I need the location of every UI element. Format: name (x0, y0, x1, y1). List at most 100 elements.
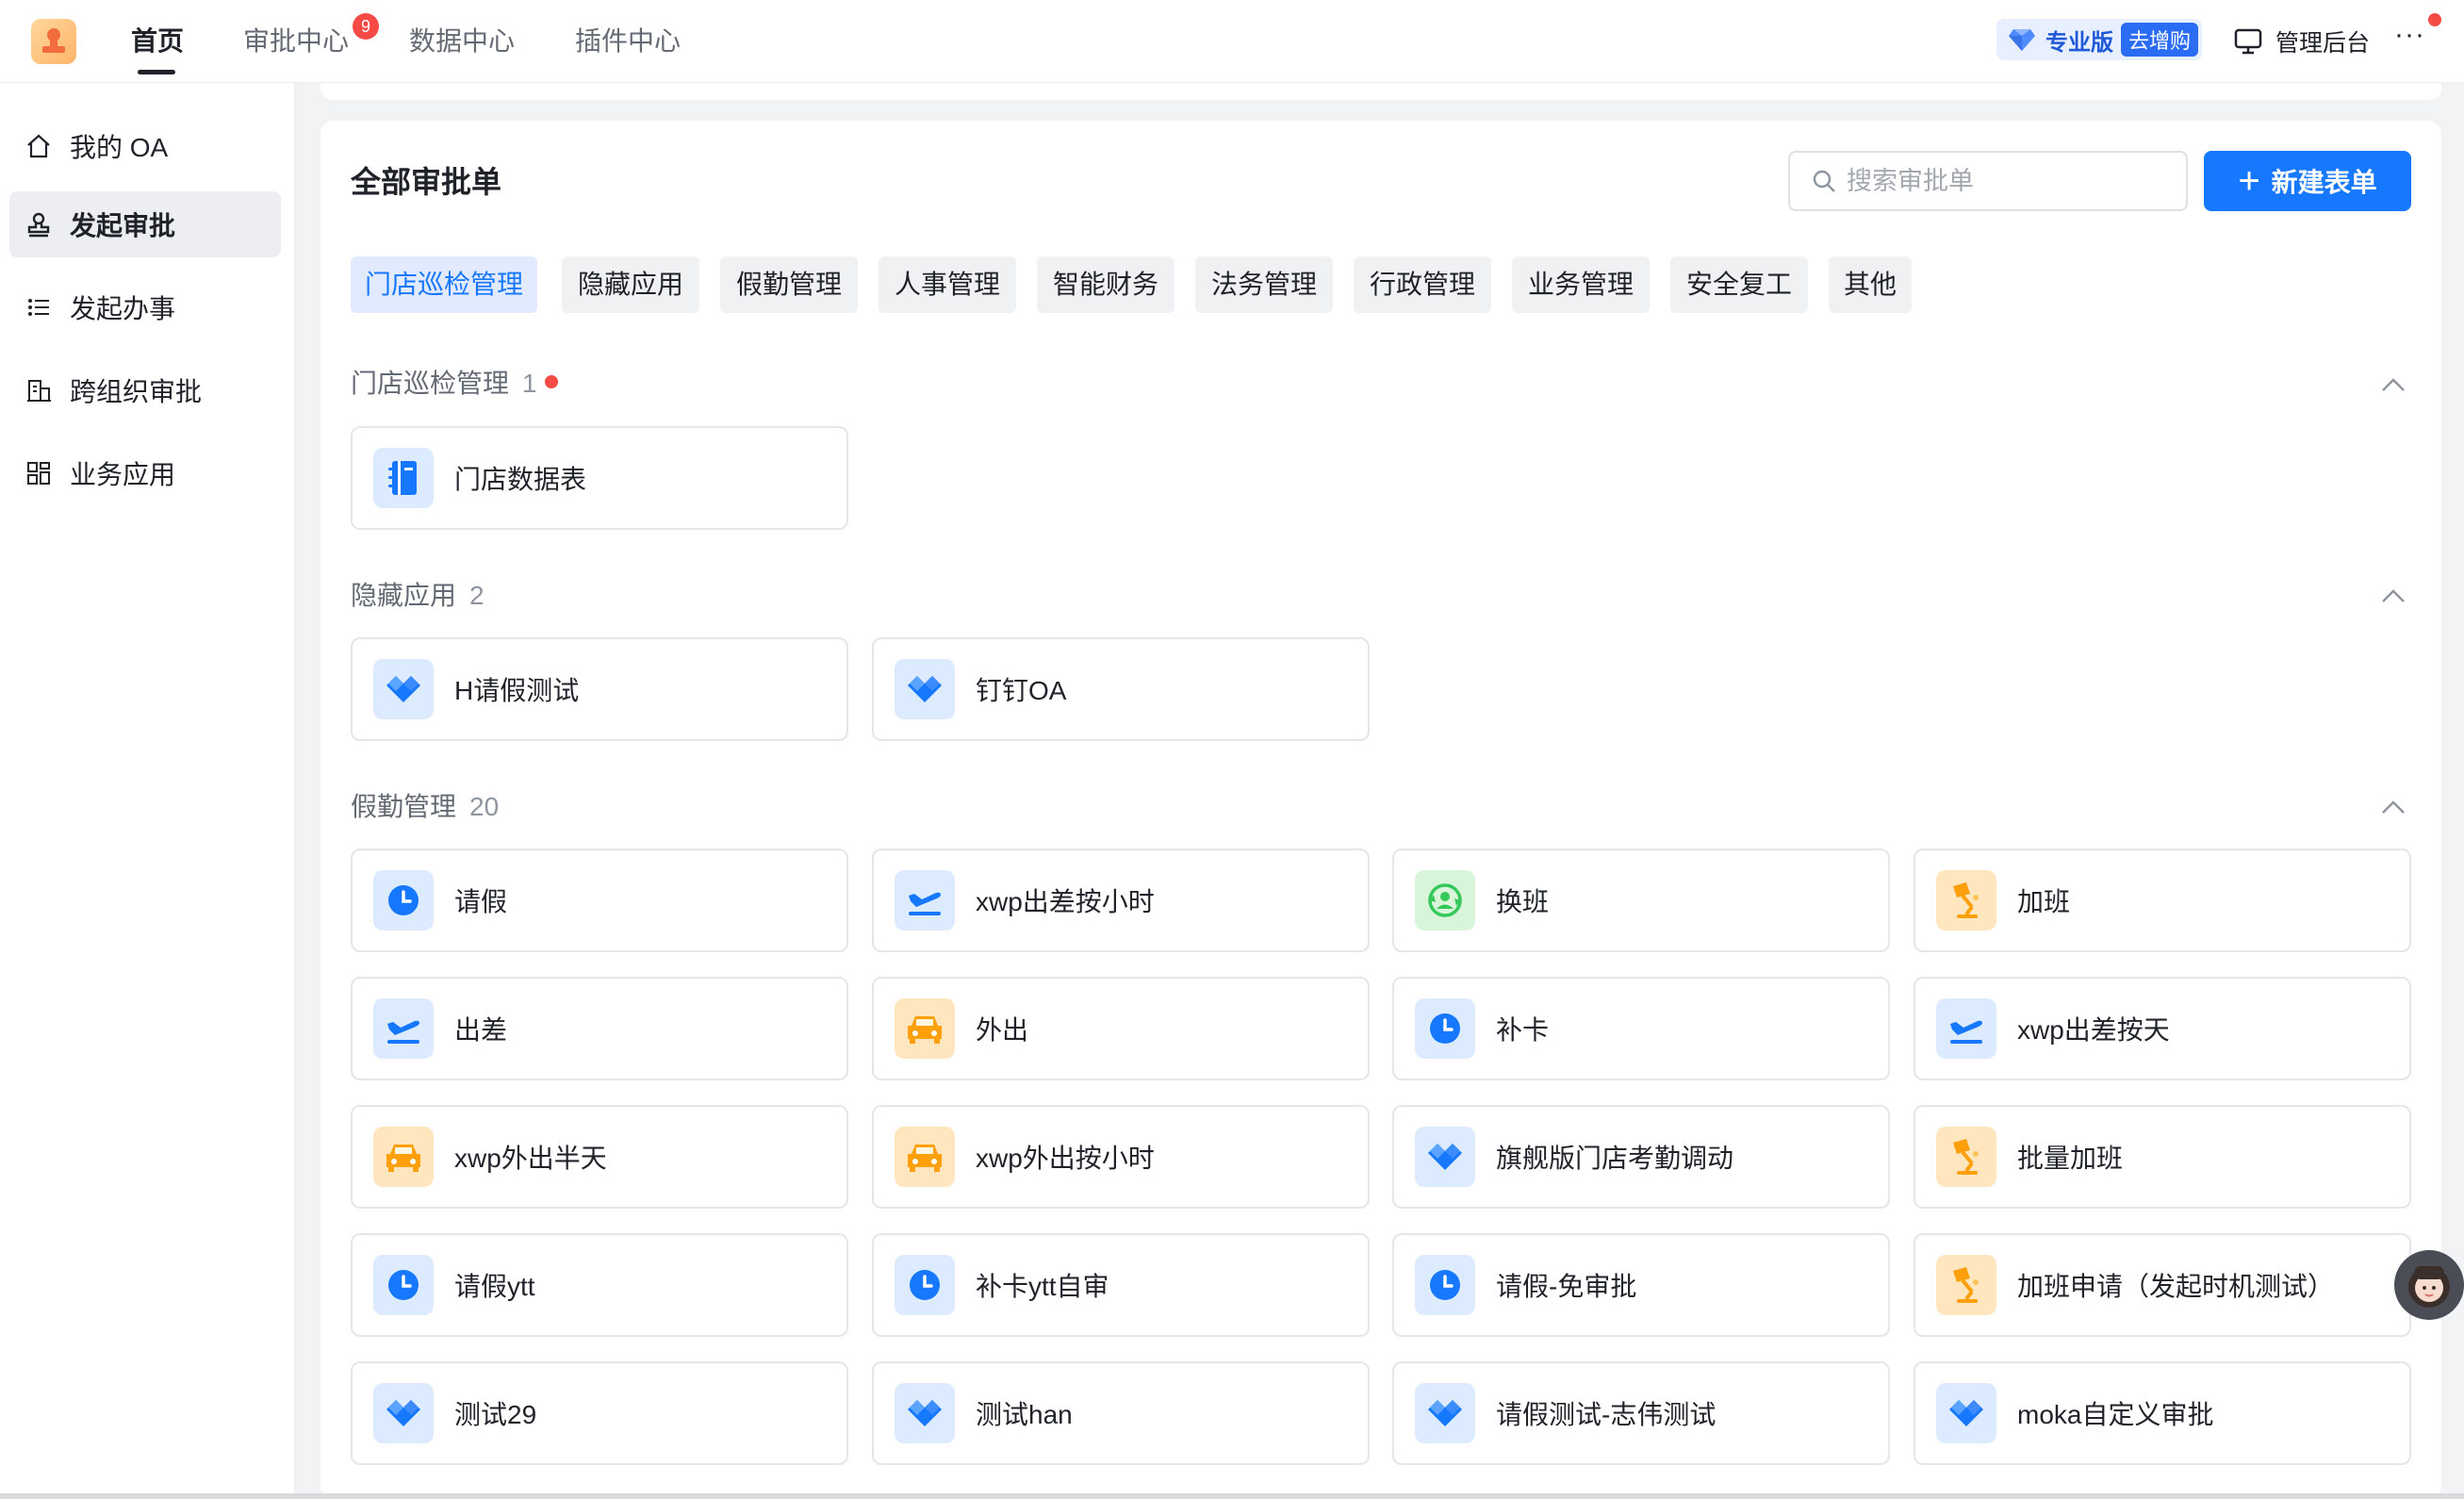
page-title: 全部审批单 (351, 165, 502, 199)
diamond-gem-icon (2009, 29, 2035, 51)
app-card[interactable]: 测试han (872, 1361, 1370, 1465)
search-box[interactable] (1788, 151, 2188, 211)
diamond-icon (895, 1383, 955, 1443)
notification-dot (2428, 13, 2441, 26)
app-name: xwp外出按小时 (976, 1144, 1155, 1173)
app-card[interactable]: 补卡ytt自审 (872, 1233, 1370, 1337)
car-icon (895, 1127, 955, 1187)
app-card[interactable]: xwp外出按小时 (872, 1105, 1370, 1209)
app-name: 批量加班 (2017, 1144, 2124, 1173)
plane-icon (895, 870, 955, 931)
app-name: 出差 (454, 1015, 508, 1045)
diamond-icon (373, 1383, 434, 1443)
app-card[interactable]: 批量加班 (1914, 1105, 2411, 1209)
approval-center-badge: 9 (353, 13, 379, 40)
diamond-icon (373, 659, 434, 719)
app-name: 请假-免审批 (1496, 1272, 1637, 1301)
sidebar-item-label: 发起审批 (70, 211, 176, 240)
pro-edition-pill[interactable]: 专业版 去增购 (1996, 19, 2202, 60)
app-card[interactable]: 补卡 (1392, 977, 1890, 1080)
category-tab[interactable]: 安全复工 (1670, 256, 1808, 313)
sidebar-item-cross-org-approval[interactable]: 跨组织审批 (9, 357, 281, 423)
category-tab[interactable]: 假勤管理 (720, 256, 858, 313)
category-tab[interactable]: 智能财务 (1037, 256, 1175, 313)
swap-user-icon (1415, 870, 1475, 931)
category-tab[interactable]: 隐藏应用 (562, 256, 699, 313)
lamp-icon (1936, 1255, 1996, 1315)
app-card[interactable]: 请假-免审批 (1392, 1233, 1890, 1337)
app-card[interactable]: 请假 (351, 848, 848, 952)
app-logo[interactable] (31, 19, 76, 64)
app-card[interactable]: xwp外出半天 (351, 1105, 848, 1209)
upgrade-purchase-button[interactable]: 去增购 (2121, 23, 2199, 57)
nav-tab-approval-center[interactable]: 审批中心 (243, 21, 349, 62)
app-name: moka自定义审批 (2017, 1400, 2214, 1429)
grid-icon (25, 459, 53, 487)
app-card[interactable]: moka自定义审批 (1914, 1361, 2411, 1465)
sidebar-item-label: 跨组织审批 (70, 377, 203, 406)
app-card[interactable]: 外出 (872, 977, 1370, 1080)
chevron-up-icon[interactable] (2377, 370, 2409, 402)
app-name: 门店数据表 (454, 465, 587, 494)
app-card[interactable]: xwp出差按小时 (872, 848, 1370, 952)
app-card[interactable]: H请假测试 (351, 637, 848, 741)
app-card[interactable]: 钉钉OA (872, 637, 1370, 741)
app-name: 钉钉OA (976, 676, 1067, 705)
app-name: 测试29 (454, 1400, 537, 1429)
sidebar-item-start-approval[interactable]: 发起审批 (9, 191, 281, 257)
assistant-avatar[interactable] (2394, 1250, 2464, 1320)
nav-tab-plugin-center[interactable]: 插件中心 (575, 21, 681, 62)
chevron-up-icon[interactable] (2377, 792, 2409, 824)
admin-console-link[interactable]: 管理后台 (2234, 21, 2370, 62)
sidebar-item-business-apps[interactable]: 业务应用 (9, 440, 281, 506)
category-tab[interactable]: 行政管理 (1354, 256, 1491, 313)
category-tab[interactable]: 业务管理 (1512, 256, 1650, 313)
search-input[interactable] (1847, 166, 2167, 196)
clock-icon (373, 870, 434, 931)
chevron-up-icon[interactable] (2377, 581, 2409, 613)
pro-edition-label: 专业版 (2045, 29, 2113, 56)
more-menu-button[interactable]: ··· (2394, 19, 2425, 51)
window-bottom-edge (0, 1493, 2464, 1499)
section-header-hidden-apps: 隐藏应用 2 (351, 577, 485, 615)
clock-icon (373, 1255, 434, 1315)
sidebar-item-start-task[interactable]: 发起办事 (9, 274, 281, 340)
app-name: 请假ytt (454, 1272, 535, 1301)
app-name: 旗舰版门店考勤调动 (1496, 1144, 1734, 1173)
app-card[interactable]: 旗舰版门店考勤调动 (1392, 1105, 1890, 1209)
nav-tab-home[interactable]: 首页 (131, 21, 184, 62)
category-tab[interactable]: 门店巡检管理 (351, 256, 537, 313)
category-tab[interactable]: 其他 (1829, 256, 1912, 313)
car-icon (895, 998, 955, 1059)
plus-icon: + (2238, 160, 2260, 202)
diamond-icon (895, 659, 955, 719)
sidebar-item-label: 发起办事 (70, 294, 176, 323)
app-card[interactable]: 请假ytt (351, 1233, 848, 1337)
clock-icon (895, 1255, 955, 1315)
app-name: 测试han (976, 1400, 1073, 1429)
sidebar-item-my-oa[interactable]: 我的 OA (9, 113, 281, 179)
app-card[interactable]: 加班 (1914, 848, 2411, 952)
app-name: xwp出差按小时 (976, 887, 1155, 916)
app-card[interactable]: 换班 (1392, 848, 1890, 952)
home-icon (25, 132, 53, 160)
new-dot (544, 375, 558, 388)
search-icon (1813, 170, 1835, 192)
category-tab[interactable]: 法务管理 (1195, 256, 1333, 313)
app-name: 外出 (976, 1015, 1029, 1045)
plane-icon (1936, 998, 1996, 1059)
app-card[interactable]: 门店数据表 (351, 426, 848, 530)
app-card[interactable]: 请假测试-志伟测试 (1392, 1361, 1890, 1465)
app-card[interactable]: 测试29 (351, 1361, 848, 1465)
nav-tab-data-center[interactable]: 数据中心 (409, 21, 515, 62)
new-form-button[interactable]: + 新建表单 (2204, 151, 2411, 211)
category-tab[interactable]: 人事管理 (879, 256, 1016, 313)
app-name: 换班 (1496, 887, 1550, 916)
sidebar: 我的 OA 发起审批 发起办事 跨组织审批 业务应用 (0, 83, 295, 1499)
app-card[interactable]: 出差 (351, 977, 848, 1080)
app-card[interactable]: 加班申请（发起时机测试） (1914, 1233, 2411, 1337)
section-count: 1 (522, 369, 537, 398)
app-name: xwp外出半天 (454, 1144, 607, 1173)
previous-card-edge (320, 83, 2441, 100)
app-card[interactable]: xwp出差按天 (1914, 977, 2411, 1080)
